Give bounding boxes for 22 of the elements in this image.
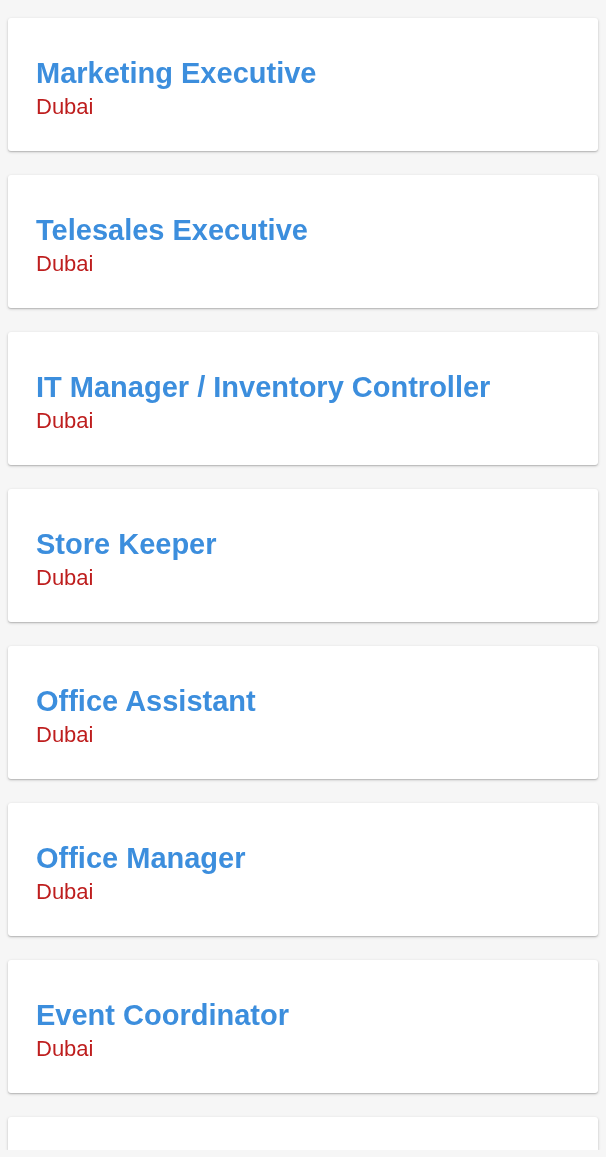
job-location: Dubai xyxy=(36,407,95,435)
job-card[interactable]: Office Manager Dubai xyxy=(8,803,598,936)
job-location: Dubai xyxy=(36,878,95,906)
job-location: Dubai xyxy=(36,93,95,121)
job-title: Office Manager xyxy=(36,841,247,876)
job-location: Dubai xyxy=(36,1035,95,1063)
job-card[interactable]: IT Manager / Inventory Controller Dubai xyxy=(8,332,598,465)
job-title: Marketing Executive xyxy=(36,56,318,91)
job-title: Telesales Executive xyxy=(36,213,309,248)
job-title: Event Coordinator xyxy=(36,998,290,1033)
job-card[interactable]: Telesales Executive Dubai xyxy=(8,175,598,308)
job-card[interactable]: Store Keeper Dubai xyxy=(8,489,598,622)
job-card[interactable] xyxy=(8,1117,598,1150)
job-location: Dubai xyxy=(36,250,95,278)
job-card[interactable]: Office Assistant Dubai xyxy=(8,646,598,779)
job-title: Store Keeper xyxy=(36,527,218,562)
job-location: Dubai xyxy=(36,564,95,592)
job-card[interactable]: Event Coordinator Dubai xyxy=(8,960,598,1093)
job-title: Office Assistant xyxy=(36,684,257,719)
job-location: Dubai xyxy=(36,721,95,749)
job-title: IT Manager / Inventory Controller xyxy=(36,370,492,405)
job-card[interactable]: Marketing Executive Dubai xyxy=(8,18,598,151)
